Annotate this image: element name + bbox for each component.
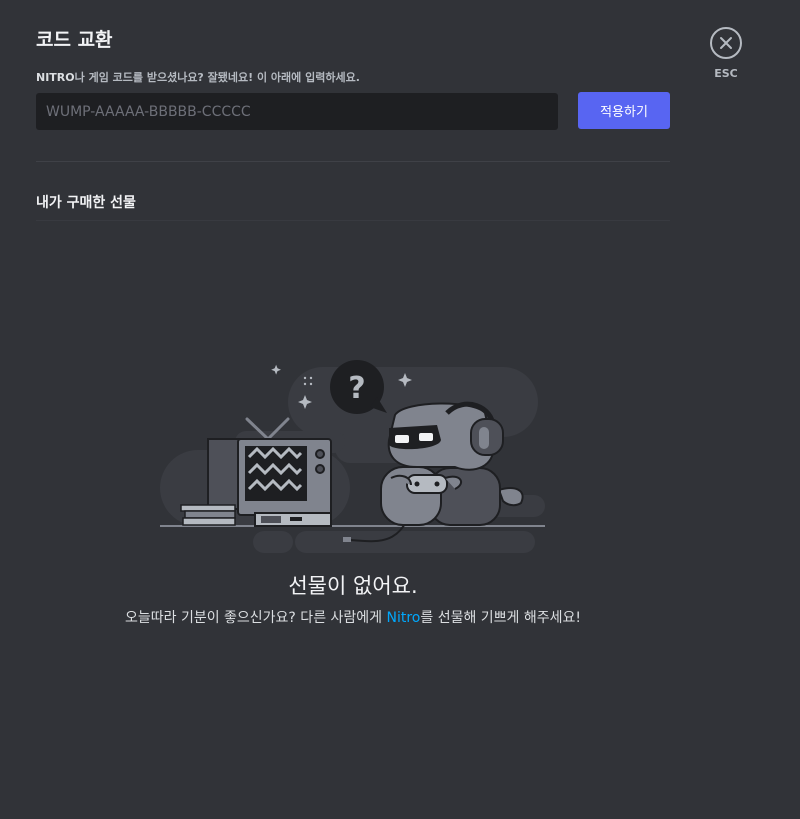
nitro-link[interactable]: Nitro <box>387 610 421 626</box>
redeem-instructions: NITRO나 게임 코드를 받으셨나요? 잘됐네요! 이 아래에 입력하세요. <box>36 69 360 85</box>
nitro-brand-label: NITRO <box>36 71 75 84</box>
apply-code-button[interactable]: 적용하기 <box>578 92 670 129</box>
redeem-instructions-text: 나 게임 코드를 받으셨나요? 잘됐네요! 이 아래에 입력하세요. <box>74 71 360 84</box>
wumpus-gaming-illustration: ? <box>160 360 545 553</box>
divider <box>36 161 670 162</box>
redeem-code-page: 코드 교환 NITRO나 게임 코드를 받으셨나요? 잘됐네요! 이 아래에 입… <box>0 0 800 819</box>
gift-code-input[interactable] <box>36 93 558 130</box>
empty-state-desc-text-end: 를 선물해 기쁘게 해주세요! <box>420 610 582 626</box>
close-control: ESC <box>708 27 744 80</box>
close-icon <box>720 37 732 49</box>
empty-state-title: 선물이 없어요. <box>288 574 418 598</box>
purchased-gifts-title: 내가 구매한 선물 <box>36 195 136 211</box>
svg-text:?: ? <box>348 371 365 406</box>
close-button[interactable] <box>710 27 742 59</box>
esc-label: ESC <box>714 67 738 80</box>
empty-state-description: 오늘따라 기분이 좋으신가요? 다른 사람에게 Nitro를 선물해 기쁘게 해… <box>0 607 706 627</box>
empty-state-desc-text: 오늘따라 기분이 좋으신가요? 다른 사람에게 <box>124 610 387 626</box>
section-divider <box>36 220 670 221</box>
page-title: 코드 교환 <box>36 29 113 51</box>
